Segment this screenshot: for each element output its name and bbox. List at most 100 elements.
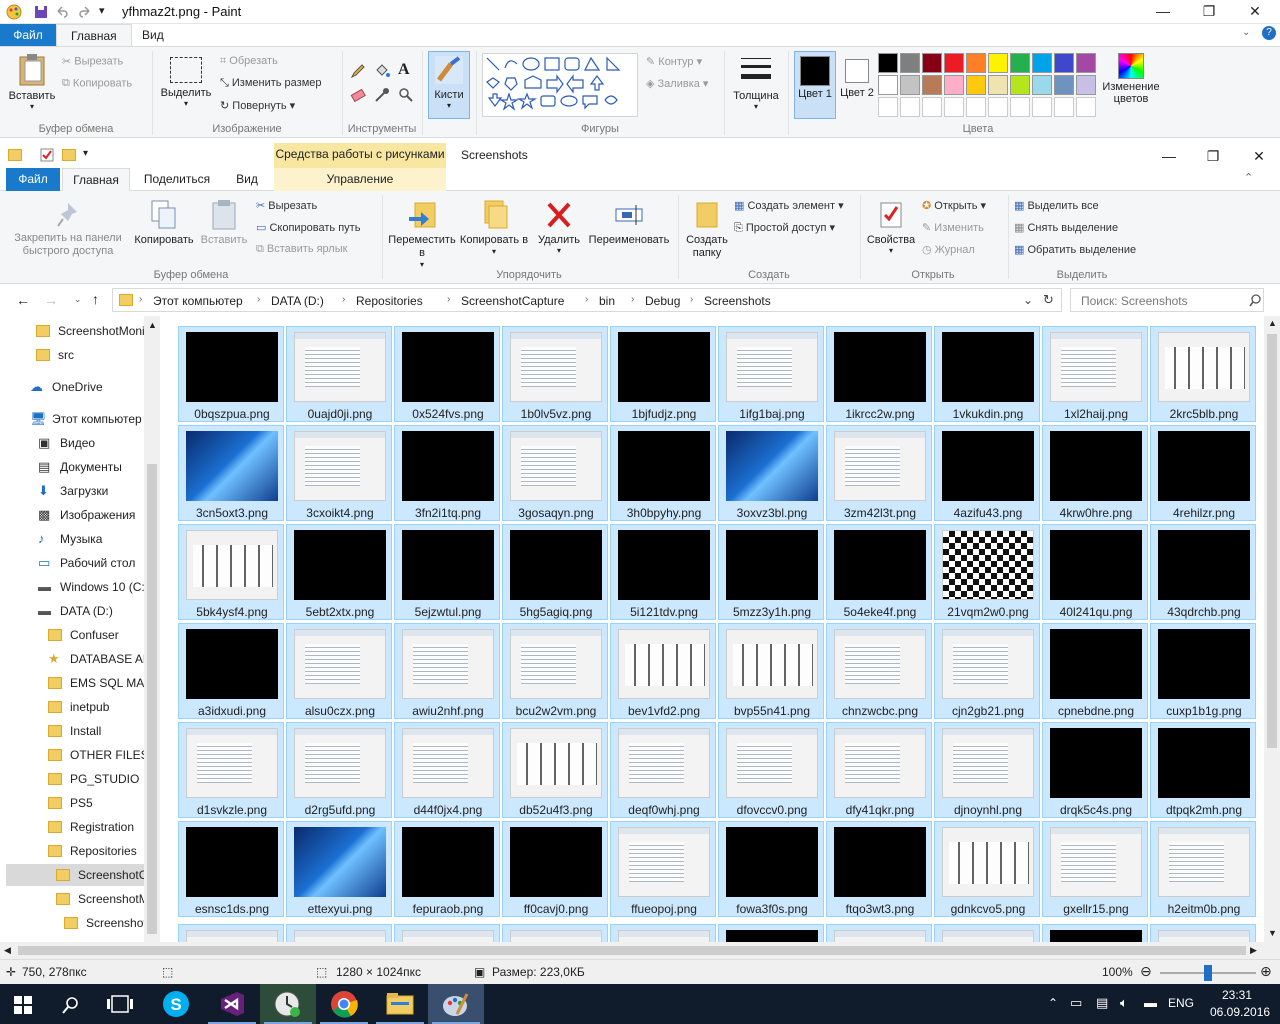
nav-item[interactable]: ScreenshotCa bbox=[6, 864, 144, 886]
file-item[interactable]: gdnkcvo5.png bbox=[934, 821, 1040, 917]
explorer-maximize-button[interactable]: ❐ bbox=[1190, 145, 1236, 169]
grid-scroll-thumb[interactable] bbox=[1267, 334, 1277, 748]
visual-studio-taskbar-button[interactable] bbox=[204, 984, 260, 1024]
screenshot-app-taskbar-button[interactable] bbox=[260, 984, 316, 1024]
magnifier-icon[interactable] bbox=[398, 87, 414, 103]
copy-button[interactable]: ⧉ Копировать bbox=[62, 77, 132, 90]
address-dropdown-icon[interactable]: ⌄ bbox=[1023, 293, 1033, 307]
nav-item[interactable]: ♪ Музыка bbox=[38, 528, 144, 550]
language-indicator[interactable]: ENG bbox=[1168, 996, 1194, 1010]
collapse-ribbon-icon[interactable]: ⌄ bbox=[1242, 27, 1250, 38]
file-item[interactable]: dfovccv0.png bbox=[718, 722, 824, 818]
file-item[interactable] bbox=[286, 924, 392, 942]
breadcrumb-item[interactable]: Debug bbox=[645, 294, 680, 308]
palette-swatch[interactable] bbox=[1054, 75, 1074, 95]
file-item[interactable]: 5hg5agiq.png bbox=[502, 524, 608, 620]
explorer-tab-file[interactable]: Файл bbox=[6, 168, 60, 191]
palette-swatch[interactable] bbox=[1076, 53, 1096, 73]
tab-home[interactable]: Главная bbox=[56, 24, 132, 46]
file-item[interactable] bbox=[178, 924, 284, 942]
maximize-button[interactable]: ❐ bbox=[1186, 0, 1232, 24]
select-all-button[interactable]: ▦ Выделить все bbox=[1014, 199, 1099, 212]
file-item[interactable]: 5ebt2xtx.png bbox=[286, 524, 392, 620]
file-item[interactable]: 0bqszpua.png bbox=[178, 326, 284, 422]
file-item[interactable]: 3h0bpyhy.png bbox=[610, 425, 716, 521]
palette-swatch[interactable] bbox=[988, 75, 1008, 95]
palette-swatch[interactable] bbox=[944, 53, 964, 73]
custom-color-swatch[interactable] bbox=[1010, 97, 1030, 117]
custom-color-swatch[interactable] bbox=[878, 97, 898, 117]
refresh-icon[interactable]: ↻ bbox=[1043, 292, 1054, 308]
file-item[interactable]: fowa3f0s.png bbox=[718, 821, 824, 917]
file-item[interactable] bbox=[610, 924, 716, 942]
file-item[interactable]: 43qdrchb.png bbox=[1150, 524, 1256, 620]
tab-file[interactable]: Файл bbox=[0, 24, 56, 46]
invert-selection-button[interactable]: ▦ Обратить выделение bbox=[1014, 243, 1136, 256]
file-item[interactable]: 5ejzwtul.png bbox=[394, 524, 500, 620]
file-grid-scrollbar[interactable]: ▲ ▼ bbox=[1264, 316, 1280, 942]
file-item[interactable]: ffueopoj.png bbox=[610, 821, 716, 917]
palette-swatch[interactable] bbox=[1032, 53, 1052, 73]
undo-icon[interactable] bbox=[55, 5, 69, 19]
file-explorer-taskbar-button[interactable] bbox=[372, 984, 428, 1024]
file-item[interactable]: deqf0whj.png bbox=[610, 722, 716, 818]
custom-color-swatch[interactable] bbox=[1054, 97, 1074, 117]
nav-item[interactable]: ▣ Видео bbox=[38, 432, 144, 454]
nav-item[interactable]: ▬ Windows 10 (C:) bbox=[38, 576, 144, 598]
file-item[interactable]: djnoynhl.png bbox=[934, 722, 1040, 818]
file-item[interactable]: dfy41qkr.png bbox=[826, 722, 932, 818]
rename-button[interactable]: Переименовать bbox=[586, 199, 672, 246]
history-button[interactable]: ◷ Журнал bbox=[922, 243, 975, 256]
color1-button[interactable]: Цвет 1 bbox=[794, 51, 836, 119]
outline-button[interactable]: ✎ Контур ▾ bbox=[646, 55, 702, 68]
explorer-tab-share[interactable]: Поделиться bbox=[138, 168, 216, 191]
palette-swatch[interactable] bbox=[922, 53, 942, 73]
volume-tray-icon[interactable]: 🔈︎ bbox=[1120, 995, 1128, 1011]
crop-button[interactable]: ⌗ Обрезать bbox=[220, 55, 278, 68]
help-icon[interactable]: ? bbox=[1262, 26, 1276, 40]
shapes-gallery[interactable] bbox=[482, 53, 638, 117]
file-item[interactable]: 1ikrcc2w.png bbox=[826, 326, 932, 422]
custom-color-swatch[interactable] bbox=[988, 97, 1008, 117]
file-item[interactable]: esnsc1ds.png bbox=[178, 821, 284, 917]
breadcrumb-item[interactable]: DATA (D:) bbox=[271, 294, 324, 308]
file-item[interactable] bbox=[826, 924, 932, 942]
h-scroll-thumb[interactable] bbox=[18, 946, 1246, 955]
quick-access-dropdown-icon[interactable]: ▾ bbox=[83, 148, 88, 159]
file-item[interactable] bbox=[502, 924, 608, 942]
custom-color-swatch[interactable] bbox=[944, 97, 964, 117]
forward-arrow-icon[interactable]: → bbox=[44, 292, 58, 308]
breadcrumb-item[interactable]: Этот компьютер bbox=[153, 294, 243, 308]
nav-item[interactable]: PS5 bbox=[48, 792, 144, 814]
file-item[interactable]: 0x524fvs.png bbox=[394, 326, 500, 422]
nav-item[interactable]: ▬ DATA (D:) bbox=[38, 600, 144, 622]
palette-swatch[interactable] bbox=[988, 53, 1008, 73]
file-item[interactable]: ettexyui.png bbox=[286, 821, 392, 917]
breadcrumb-separator-icon[interactable]: › bbox=[447, 294, 450, 305]
palette-swatch[interactable] bbox=[1032, 75, 1052, 95]
file-item[interactable] bbox=[394, 924, 500, 942]
file-item[interactable]: 4krw0hre.png bbox=[1042, 425, 1148, 521]
file-item[interactable]: 21vqm2w0.png bbox=[934, 524, 1040, 620]
color-picker-icon[interactable] bbox=[374, 87, 390, 103]
file-item[interactable]: cjn2gb21.png bbox=[934, 623, 1040, 719]
nav-item[interactable]: ▩ Изображения bbox=[38, 504, 144, 526]
scroll-down-icon[interactable]: ▼ bbox=[1268, 928, 1277, 938]
brushes-button[interactable]: Кисти ▾ bbox=[428, 51, 470, 119]
nav-scroll-thumb[interactable] bbox=[147, 464, 157, 934]
redo-icon[interactable] bbox=[78, 5, 92, 19]
move-to-button[interactable]: Переместить в ▾ bbox=[386, 199, 458, 269]
file-item[interactable]: cpnebdne.png bbox=[1042, 623, 1148, 719]
file-item[interactable]: 3fn2i1tq.png bbox=[394, 425, 500, 521]
nav-scrollbar[interactable]: ▲ bbox=[144, 316, 160, 942]
file-item[interactable]: 0uajd0ji.png bbox=[286, 326, 392, 422]
paint-taskbar-button[interactable] bbox=[428, 984, 484, 1024]
custom-color-swatch[interactable] bbox=[922, 97, 942, 117]
copy-to-button[interactable]: Копировать в ▾ bbox=[458, 199, 530, 256]
palette-swatch[interactable] bbox=[944, 75, 964, 95]
size-button[interactable]: Толщина ▾ bbox=[728, 53, 784, 111]
custom-color-swatch[interactable] bbox=[1076, 97, 1096, 117]
file-item[interactable]: gxellr15.png bbox=[1042, 821, 1148, 917]
edit-colors-button[interactable]: Изменение цветов bbox=[1098, 53, 1164, 105]
edit-button[interactable]: ✎ Изменить bbox=[922, 221, 984, 234]
